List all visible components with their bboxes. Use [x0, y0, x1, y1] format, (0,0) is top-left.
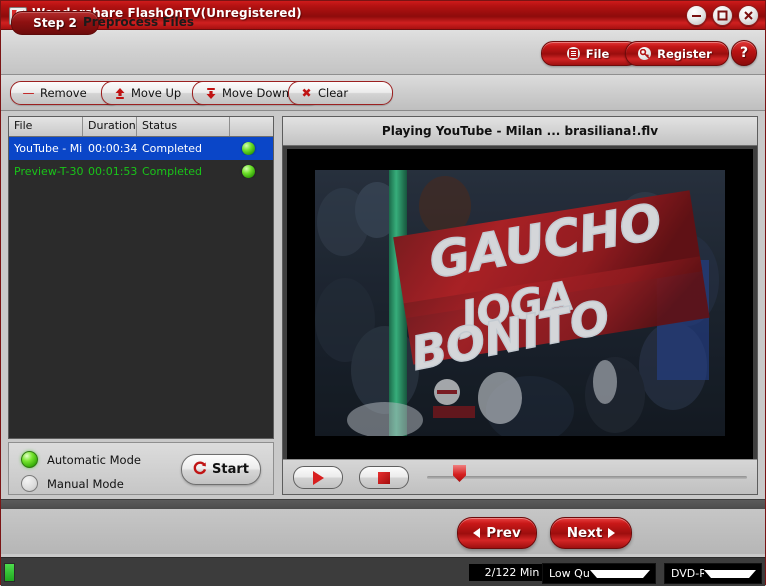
remove-button-label: Remove [40, 86, 87, 100]
status-led-icon [242, 165, 255, 178]
status-led-icon [242, 142, 255, 155]
column-header-duration[interactable]: Duration [83, 117, 137, 136]
list-toolbar: — Remove Move Up Move Down ✖ Clear [1, 75, 765, 111]
cell-led [230, 142, 271, 155]
page-title: Preprocess Files [83, 15, 195, 29]
list-icon [566, 47, 580, 60]
minimize-icon[interactable] [686, 5, 707, 26]
cell-led [230, 165, 271, 178]
seek-slider[interactable] [427, 465, 747, 482]
clear-button-label: Clear [318, 86, 349, 100]
video-surface[interactable]: GAUCHO JOGA BONITO [287, 149, 753, 460]
video-frame: GAUCHO JOGA BONITO [315, 170, 725, 436]
arrow-right-icon [608, 528, 616, 538]
close-icon[interactable] [738, 5, 759, 26]
next-button-label: Next [566, 525, 603, 541]
footer-bar: Prev Next [1, 509, 765, 554]
cell-duration: 00:01:53 [88, 165, 137, 178]
mode-panel: Automatic Mode Manual Mode Start [8, 442, 274, 495]
refresh-icon [193, 460, 207, 479]
radio-off-icon [21, 475, 38, 492]
register-button-label: Register [657, 46, 712, 61]
cell-status: Completed [142, 142, 202, 155]
window-controls [686, 5, 759, 26]
stop-icon[interactable] [359, 466, 409, 489]
cell-duration: 00:00:34 [88, 142, 137, 155]
disc-select[interactable]: DVD-R 4.5G [664, 563, 762, 584]
next-button[interactable]: Next [550, 517, 632, 549]
table-row[interactable]: YouTube - Mila 00:00:34 Completed [9, 137, 273, 160]
register-button[interactable]: Register [625, 41, 729, 66]
disc-select-value: DVD-R 4.5G [671, 567, 704, 580]
chevron-down-icon [703, 569, 756, 578]
table-row[interactable]: Preview-T-304 00:01:53 Completed [9, 160, 273, 183]
column-header-file[interactable]: File [9, 117, 83, 136]
quality-select[interactable]: Low Quality [542, 563, 656, 584]
help-icon[interactable]: ? [731, 40, 757, 66]
prev-button-label: Prev [486, 525, 521, 541]
chevron-down-icon [589, 569, 650, 578]
player-controls [283, 459, 757, 494]
player-panel: Playing YouTube - Milan ... brasiliana!.… [282, 116, 758, 495]
clear-button[interactable]: ✖ Clear [288, 81, 393, 105]
file-list-panel[interactable]: File Duration Status YouTube - Mila 00:0… [8, 116, 274, 439]
prev-button[interactable]: Prev [457, 517, 537, 549]
cell-file: YouTube - Mila [14, 142, 83, 155]
file-button-label: File [585, 46, 610, 61]
quality-select-value: Low Quality [549, 567, 590, 580]
progress-indicator [4, 563, 15, 582]
radio-manual-mode-label: Manual Mode [47, 476, 124, 491]
status-bar: 2/122 Min Low Quality DVD-R 4.5G [1, 557, 765, 586]
radio-automatic-mode-label: Automatic Mode [47, 452, 141, 467]
arrow-left-icon [473, 528, 481, 538]
seek-slider-thumb[interactable] [453, 465, 466, 482]
application-window: Wondershare FlashOnTV(Unregistered) Step… [0, 0, 766, 586]
cell-status: Completed [142, 165, 202, 178]
minus-icon: — [22, 86, 35, 100]
video-still-image: GAUCHO JOGA BONITO [315, 170, 725, 436]
radio-manual-mode[interactable]: Manual Mode [21, 475, 124, 492]
column-header-led[interactable] [230, 117, 271, 136]
cell-file: Preview-T-304 [14, 165, 83, 178]
arrow-up-icon [114, 87, 125, 99]
play-icon[interactable] [293, 466, 343, 489]
key-icon [638, 47, 652, 60]
file-list-header: File Duration Status [9, 117, 273, 137]
column-header-status[interactable]: Status [137, 117, 230, 136]
move-up-button-label: Move Up [131, 86, 182, 100]
start-button-label: Start [212, 462, 249, 477]
arrow-down-icon [205, 87, 216, 99]
asterisk-icon: ✖ [301, 86, 312, 100]
maximize-icon[interactable] [712, 5, 733, 26]
radio-automatic-mode[interactable]: Automatic Mode [21, 451, 141, 468]
move-down-button-label: Move Down [222, 86, 290, 100]
player-title: Playing YouTube - Milan ... brasiliana!.… [283, 117, 757, 146]
start-button[interactable]: Start [181, 454, 261, 485]
radio-on-icon [21, 451, 38, 468]
